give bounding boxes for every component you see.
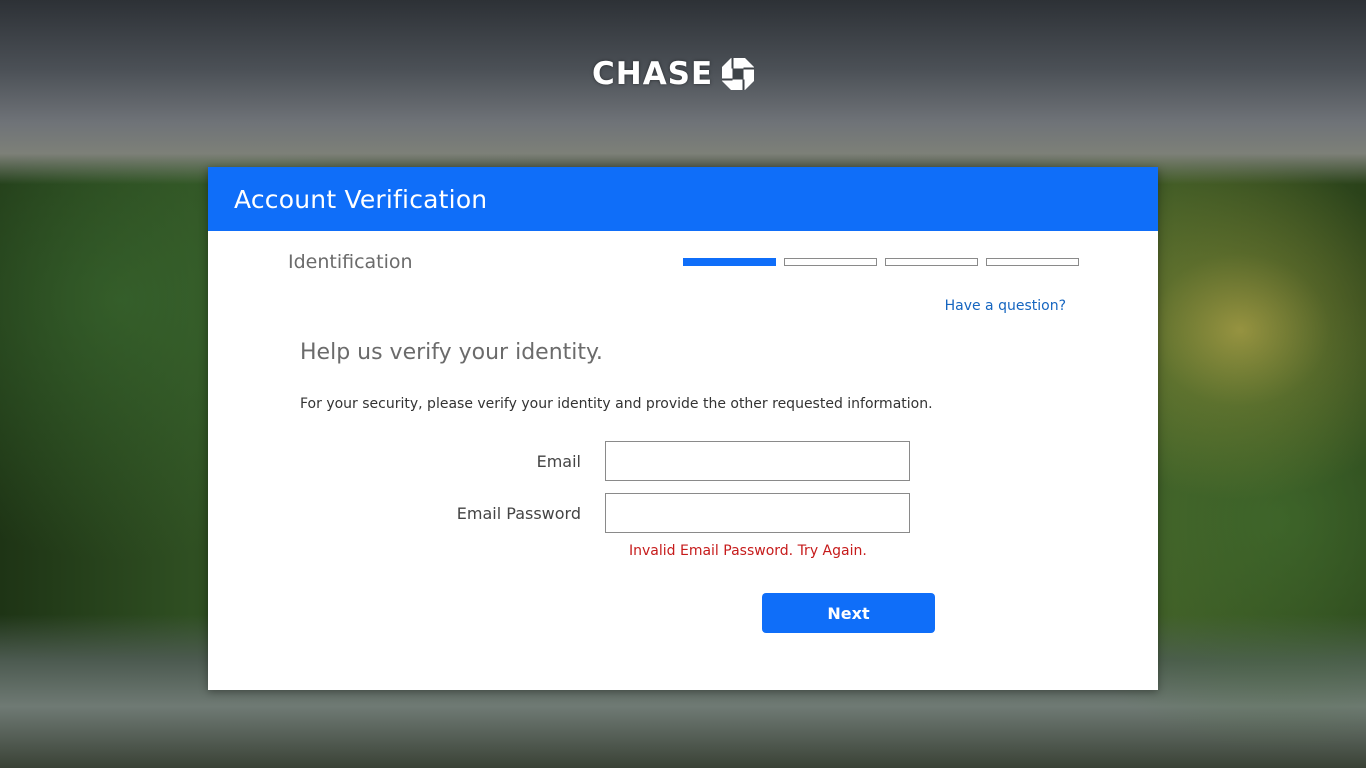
error-message: Invalid Email Password. Try Again. xyxy=(629,543,867,559)
password-row: Email Password xyxy=(208,493,910,533)
progress-step-2 xyxy=(784,258,877,266)
email-label: Email xyxy=(536,451,581,471)
brand-name: CHASE xyxy=(592,56,714,92)
verify-heading: Help us verify your identity. xyxy=(300,340,603,365)
chase-logo: CHASE xyxy=(592,56,755,92)
chase-octagon-icon xyxy=(722,58,755,90)
progress-step-1 xyxy=(683,258,776,266)
progress-steps xyxy=(683,258,1079,266)
page-title: Account Verification xyxy=(234,184,488,214)
email-row: Email xyxy=(208,441,910,481)
next-button[interactable]: Next xyxy=(762,593,935,633)
panel-header: Account Verification xyxy=(208,167,1158,231)
step-label: Identification xyxy=(288,251,413,273)
verify-description: For your security, please verify your id… xyxy=(300,396,933,412)
have-a-question-link[interactable]: Have a question? xyxy=(945,298,1066,314)
progress-step-3 xyxy=(885,258,978,266)
email-password-field[interactable] xyxy=(605,493,910,533)
verification-panel: Account Verification Identification Have… xyxy=(208,167,1158,690)
progress-step-4 xyxy=(986,258,1079,266)
email-field[interactable] xyxy=(605,441,910,481)
email-password-label: Email Password xyxy=(456,503,581,523)
